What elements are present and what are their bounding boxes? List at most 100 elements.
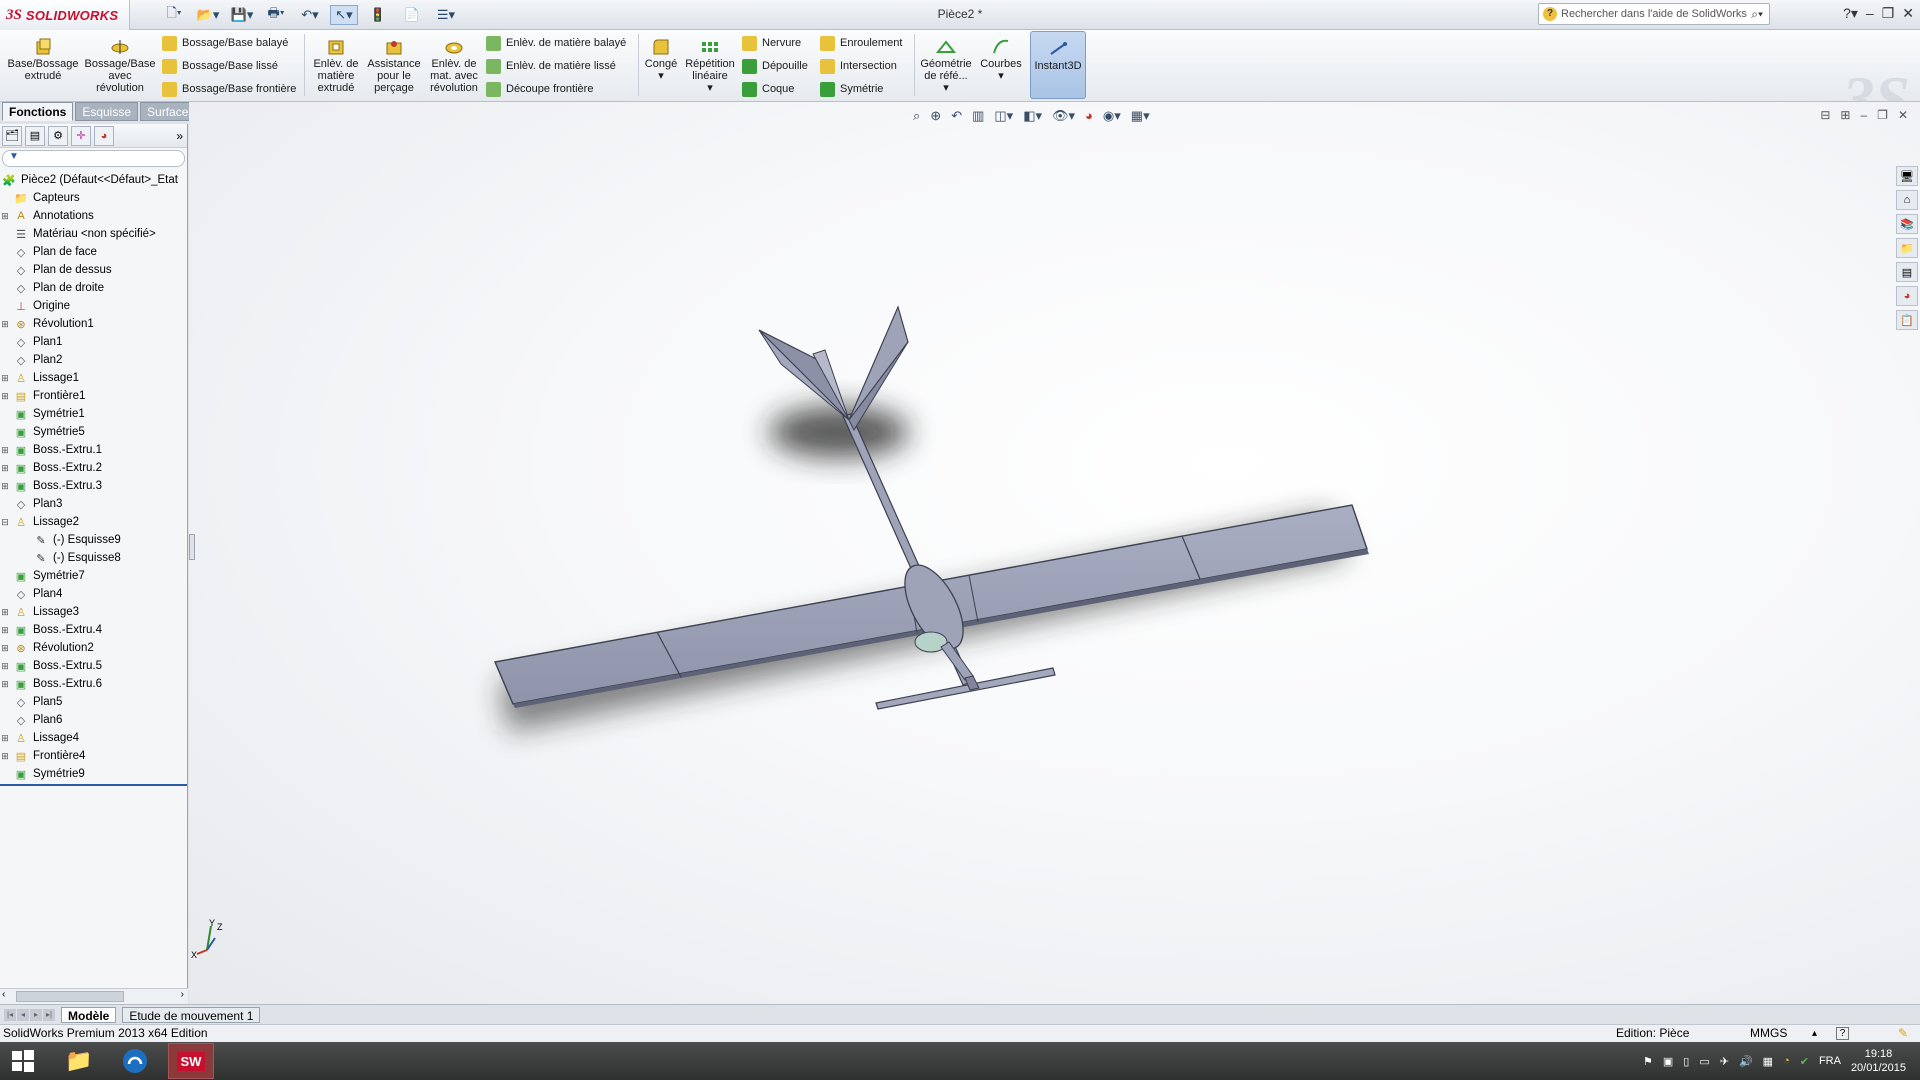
pattern-dropdown-icon[interactable]: ▾ bbox=[707, 82, 713, 94]
tree-item[interactable]: ◇ Plan6 bbox=[0, 711, 187, 729]
solidworks-taskbar-icon[interactable]: SW bbox=[168, 1043, 214, 1079]
tab-0[interactable]: Fonctions bbox=[2, 102, 74, 121]
rollback-bar[interactable] bbox=[0, 784, 187, 786]
tree-item[interactable]: ▣ Symétrie7 bbox=[0, 567, 187, 585]
clock[interactable]: 19:18 20/01/2015 bbox=[1851, 1047, 1906, 1075]
tree-item[interactable]: ⊞ ▣ Boss.-Extru.1 bbox=[0, 441, 187, 459]
tree-item[interactable]: ☰ Matériau <non spécifié> bbox=[0, 225, 187, 243]
tree-item[interactable]: ⊞ A Annotations bbox=[0, 207, 187, 225]
close-icon[interactable]: ✕ bbox=[1902, 5, 1914, 22]
expand-toggle-icon[interactable]: ⊞ bbox=[0, 625, 10, 636]
scroll-left-icon[interactable]: ‹ bbox=[2, 989, 5, 1000]
shell-button[interactable]: Coque bbox=[742, 79, 794, 99]
tree-item[interactable]: ⊞ ▤ Frontière1 bbox=[0, 387, 187, 405]
windows-start-icon[interactable] bbox=[0, 1043, 46, 1079]
tree-item[interactable]: ⊞ ♙ Lissage4 bbox=[0, 729, 187, 747]
fillet-dropdown-icon[interactable]: ▾ bbox=[658, 70, 664, 82]
undo-icon[interactable]: ↶▾ bbox=[296, 5, 324, 25]
next-tab-icon[interactable]: ▸ bbox=[30, 1008, 42, 1021]
expand-toggle-icon[interactable]: ⊞ bbox=[0, 211, 10, 222]
expand-toggle-icon[interactable]: ⊞ bbox=[0, 391, 10, 402]
network-icon[interactable]: ▦ bbox=[1763, 1055, 1773, 1068]
tree-item[interactable]: ⊞ ⊛ Révolution1 bbox=[0, 315, 187, 333]
tree-item[interactable]: ⊞ ▤ Frontière4 bbox=[0, 747, 187, 765]
extruded-cut-button[interactable]: Enlèv. de matière extrudé bbox=[308, 32, 364, 94]
airplane-model[interactable] bbox=[189, 102, 1920, 1004]
help-menu-icon[interactable]: ?▾ bbox=[1843, 5, 1858, 22]
home-icon[interactable]: ⌂ bbox=[1896, 190, 1918, 210]
dimxpert-manager-tab-icon[interactable]: ✛ bbox=[71, 125, 91, 146]
browser-taskbar-icon[interactable] bbox=[112, 1043, 158, 1079]
rib-button[interactable]: Nervure bbox=[742, 33, 801, 53]
tree-item[interactable]: ⊞ ⊛ Révolution2 bbox=[0, 639, 187, 657]
notification-icon[interactable]: ✎ bbox=[1898, 1025, 1908, 1042]
lofted-boss-button[interactable]: Bossage/Base lissé bbox=[162, 56, 278, 76]
tree-item[interactable]: ⊞ ♙ Lissage1 bbox=[0, 369, 187, 387]
tree-item[interactable]: ◇ Plan1 bbox=[0, 333, 187, 351]
expand-toggle-icon[interactable]: ⊞ bbox=[0, 319, 10, 330]
curves-button[interactable]: Courbes ▾ bbox=[978, 32, 1024, 82]
tree-item[interactable]: ⊞ ▣ Boss.-Extru.3 bbox=[0, 477, 187, 495]
security-icon[interactable]: ✔ bbox=[1800, 1055, 1809, 1068]
display-manager-tab-icon[interactable]: ◕ bbox=[94, 125, 114, 146]
restore-icon[interactable]: ❐ bbox=[1882, 5, 1895, 22]
reference-geometry-button[interactable]: Géométrie de réfé... ▾ bbox=[918, 32, 974, 94]
minimize-icon[interactable]: – bbox=[1866, 5, 1874, 22]
instant3d-button[interactable]: Instant3D bbox=[1030, 31, 1086, 99]
save-icon[interactable]: 💾▾ bbox=[228, 5, 256, 25]
help-icon[interactable]: ? bbox=[1836, 1027, 1849, 1040]
scroll-thumb[interactable] bbox=[16, 991, 124, 1002]
tree-item[interactable]: ◇ Plan de dessus bbox=[0, 261, 187, 279]
new-document-icon[interactable]: 🗋▾ bbox=[160, 5, 188, 25]
print-icon[interactable]: 🖶▾ bbox=[262, 5, 290, 25]
curves-dropdown-icon[interactable]: ▾ bbox=[998, 70, 1004, 82]
ref-geometry-dropdown-icon[interactable]: ▾ bbox=[943, 82, 949, 94]
expand-toggle-icon[interactable]: ⊞ bbox=[0, 733, 10, 744]
phone-icon[interactable]: ▯ bbox=[1683, 1055, 1689, 1068]
fillet-button[interactable]: Congé ▾ bbox=[642, 32, 680, 82]
appearances-icon[interactable]: ◕ bbox=[1896, 286, 1918, 306]
tree-item[interactable]: ◇ Plan3 bbox=[0, 495, 187, 513]
property-manager-tab-icon[interactable]: ▤ bbox=[25, 125, 45, 146]
tree-item[interactable]: ◇ Plan2 bbox=[0, 351, 187, 369]
rebuild-icon[interactable]: 🚦 bbox=[364, 5, 392, 25]
tree-item[interactable]: ⊞ ♙ Lissage3 bbox=[0, 603, 187, 621]
tab-1[interactable]: Esquisse bbox=[75, 102, 139, 121]
tree-item[interactable]: ⊟ ♙ Lissage2 bbox=[0, 513, 187, 531]
status-units[interactable]: MMGS bbox=[1750, 1025, 1787, 1042]
extruded-boss-button[interactable]: Base/Bossage extrudé bbox=[4, 32, 82, 82]
airplane-mode-icon[interactable]: ✈ bbox=[1720, 1055, 1729, 1068]
tree-item[interactable]: ▣ Symétrie5 bbox=[0, 423, 187, 441]
open-folder-icon[interactable]: 📂▾ bbox=[194, 5, 222, 25]
tree-item[interactable]: ✎ (-) Esquisse8 bbox=[0, 549, 187, 567]
swept-boss-button[interactable]: Bossage/Base balayé bbox=[162, 33, 288, 53]
expand-toggle-icon[interactable]: ⊞ bbox=[0, 661, 10, 672]
first-tab-icon[interactable]: |◂ bbox=[4, 1008, 16, 1021]
file-explorer-icon[interactable]: 📁 bbox=[1896, 238, 1918, 258]
custom-properties-icon[interactable]: 📋 bbox=[1896, 310, 1918, 330]
file-properties-icon[interactable]: 📄 bbox=[398, 5, 426, 25]
expand-panel-icon[interactable]: » bbox=[176, 129, 183, 143]
tree-item[interactable]: 📁 Capteurs bbox=[0, 189, 187, 207]
intersect-button[interactable]: Intersection bbox=[820, 56, 897, 76]
tree-item[interactable]: ⊞ ▣ Boss.-Extru.6 bbox=[0, 675, 187, 693]
expand-toggle-icon[interactable]: ⊞ bbox=[0, 445, 10, 456]
scroll-right-icon[interactable]: › bbox=[181, 989, 184, 1000]
options-icon[interactable]: ☰▾ bbox=[432, 5, 460, 25]
panel-collapse-handle[interactable] bbox=[189, 534, 195, 560]
lofted-cut-button[interactable]: Enlèv. de matière lissé bbox=[486, 56, 616, 76]
view-palette-icon[interactable]: ▤ bbox=[1896, 262, 1918, 282]
linear-pattern-button[interactable]: Répétition linéaire ▾ bbox=[684, 32, 736, 94]
expand-toggle-icon[interactable]: ⊞ bbox=[0, 463, 10, 474]
expand-toggle-icon[interactable]: ⊟ bbox=[0, 517, 10, 528]
wrap-button[interactable]: Enroulement bbox=[820, 33, 902, 53]
expand-toggle-icon[interactable]: ⊞ bbox=[0, 373, 10, 384]
configuration-manager-tab-icon[interactable]: ⚙ bbox=[48, 125, 68, 146]
tree-item[interactable]: ◇ Plan4 bbox=[0, 585, 187, 603]
expand-toggle-icon[interactable]: ⊞ bbox=[0, 607, 10, 618]
expand-toggle-icon[interactable]: ⊞ bbox=[0, 751, 10, 762]
tree-item[interactable]: ▣ Symétrie9 bbox=[0, 765, 187, 783]
tab-motion-study[interactable]: Etude de mouvement 1 bbox=[122, 1006, 261, 1023]
expand-toggle-icon[interactable]: ⊞ bbox=[0, 481, 10, 492]
design-library-icon[interactable]: 📚 bbox=[1896, 214, 1918, 234]
